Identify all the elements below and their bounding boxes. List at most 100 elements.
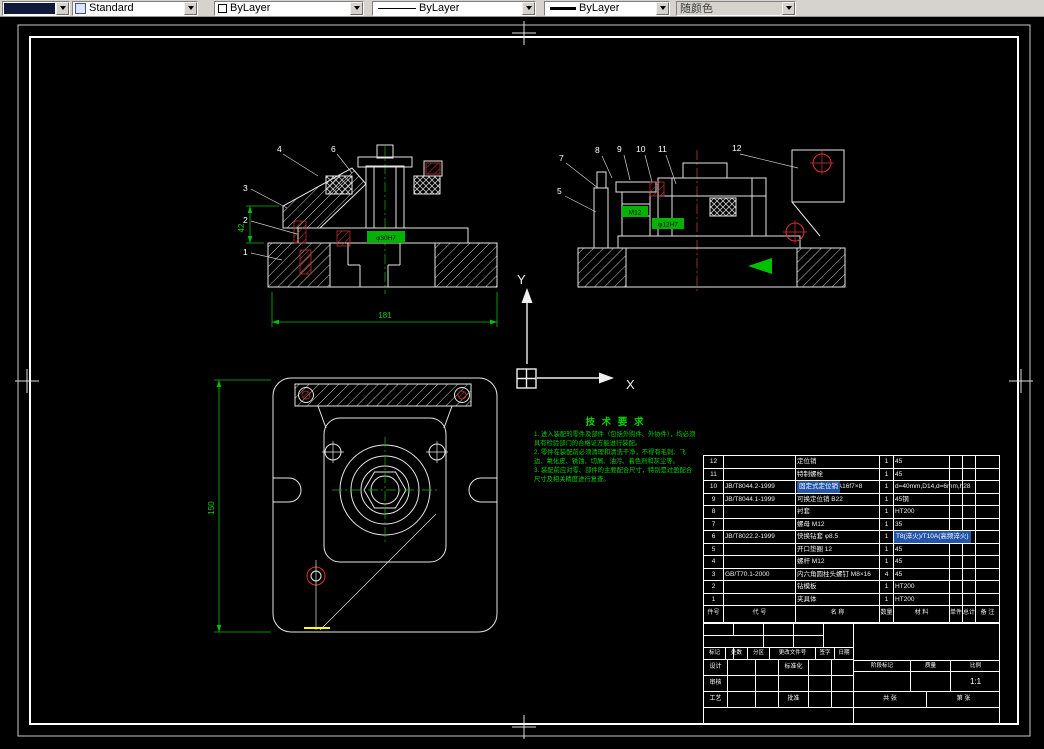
dims-plan[interactable] <box>214 379 271 633</box>
cell-qty: 1 <box>880 543 894 555</box>
cell-remark <box>976 556 999 568</box>
cell-qty: 1 <box>880 468 894 480</box>
balloon-1[interactable]: 1 <box>243 247 248 257</box>
balloon-6[interactable]: 6 <box>331 144 336 154</box>
drawing-name-cell <box>854 624 1000 661</box>
title-block-cell <box>854 672 911 691</box>
balloon-11[interactable]: 11 <box>658 144 667 154</box>
total-sheets-label: 共 张 <box>854 692 927 707</box>
dim-side-bore[interactable]: φ12H7 <box>658 222 678 229</box>
cell-remark <box>976 569 999 581</box>
revision-header-cell: 分区 <box>748 648 770 659</box>
textstyle-combo[interactable]: Standard <box>72 0 198 16</box>
dim-front-bore[interactable]: φ30H7 <box>376 235 396 242</box>
approve-label: 批准 <box>779 692 809 707</box>
dim-side-thread[interactable]: M12 <box>629 210 642 217</box>
selection-highlight: 固定式定位销 <box>797 481 840 493</box>
cell-remark <box>976 544 999 556</box>
cell-item-no: 1 <box>704 593 724 605</box>
chevron-down-icon[interactable] <box>184 1 197 15</box>
dim-front-width[interactable]: 181 <box>378 311 392 320</box>
balloon-12[interactable]: 12 <box>732 143 742 153</box>
cell-name: 衬套 <box>796 506 880 518</box>
cell-qty: 1 <box>880 506 894 518</box>
sheet-count-row: 共 张 第 张 <box>854 692 1000 708</box>
tech-requirement-item: 3. 装配前应对零、部件的主要配合尺寸，特别是过盈配合尺寸及相关精度进行复查。 <box>534 467 693 483</box>
title-block-row: 工艺 批准 <box>704 692 853 708</box>
cell-total-weight <box>963 556 976 568</box>
cell-qty: 1 <box>880 531 894 543</box>
cell-item-no: 2 <box>704 581 724 593</box>
revision-header-cell: 更改文件号 <box>770 648 816 659</box>
process-label: 工艺 <box>704 692 728 707</box>
title-block-cell <box>756 676 779 691</box>
cell-item-no: 11 <box>704 468 724 480</box>
dimstyle-combo[interactable] <box>2 0 70 16</box>
title-block[interactable]: 标记 处数 分区 更改文件号 签字 日期 设计 标准化 审核 工艺 批准 阶段标… <box>703 623 1000 724</box>
title-block-cell <box>809 676 832 691</box>
revision-header-cell: 签字 <box>816 648 835 659</box>
cell-unit-weight <box>950 593 963 605</box>
balloon-9[interactable]: 9 <box>617 144 622 154</box>
revision-header-cell: 标记 <box>704 648 726 659</box>
balloon-8[interactable]: 8 <box>595 145 600 155</box>
cell-qty: 4 <box>880 568 894 580</box>
cell-name: 内六角圆柱头螺钉 M8×16 <box>796 568 880 580</box>
lineweight-combo[interactable]: ByLayer <box>544 0 670 16</box>
balloon-3[interactable]: 3 <box>243 183 248 193</box>
header-cell: 备 注 <box>980 610 995 616</box>
cell-material: 45 <box>894 456 950 468</box>
chevron-down-icon[interactable] <box>56 1 69 15</box>
header-cell: 材 料 <box>894 606 950 622</box>
cell-material: 45 <box>894 543 950 555</box>
table-row: 7 螺母 M12 1 35 <box>704 518 999 531</box>
tech-requirements[interactable]: 技 术 要 求 1. 进入装配的零件及部件（包括外购件、外协件），均必须具有检验… <box>534 414 697 485</box>
green-arrow-marker[interactable] <box>748 258 772 274</box>
chevron-down-icon[interactable] <box>656 1 669 15</box>
balloon-7[interactable]: 7 <box>559 153 564 163</box>
tech-requirement-item: 1. 进入装配的零件及部件（包括外购件、外协件），均必须具有检验部门的合格证方能… <box>534 431 696 447</box>
table-row: 3 GB/T70.1-2000 内六角圆柱头螺钉 M8×16 4 45 <box>704 568 999 581</box>
style-icon <box>75 2 86 14</box>
view-side[interactable] <box>577 149 846 294</box>
balloon-5[interactable]: 5 <box>557 186 562 196</box>
dim-front-height[interactable]: 42 <box>237 223 246 232</box>
textstyle-value: Standard <box>89 2 134 14</box>
cell-unit-weight <box>950 518 963 530</box>
cell-name: 螺母 M12 <box>796 518 880 530</box>
title-block-cell <box>728 676 756 691</box>
title-block-cell <box>728 692 756 707</box>
table-row: 9 JB/T8044.1-1999 可换定位销 B22 1 45钢 <box>704 493 999 506</box>
balloon-4[interactable]: 4 <box>277 144 282 154</box>
dim-plan-height[interactable]: 150 <box>207 501 216 515</box>
cell-code: JB/T8044.1-1999 <box>724 493 796 505</box>
revision-header-cell: 日期 <box>838 650 850 656</box>
cell-total-weight <box>963 568 976 580</box>
chevron-down-icon[interactable] <box>350 1 363 15</box>
view-plan[interactable] <box>272 377 498 633</box>
cell-total-weight <box>963 481 976 493</box>
chevron-down-icon[interactable] <box>522 1 535 15</box>
cell-code <box>724 581 796 593</box>
cell-material: HT200 <box>894 581 950 593</box>
ucs-x-label: X <box>626 377 635 392</box>
cell-material: 45钢 <box>894 493 950 505</box>
lineweight-preview-icon <box>550 6 576 10</box>
title-block-cell <box>854 708 1000 723</box>
cell-qty: 1 <box>880 581 894 593</box>
stage-header-row: 阶段标记 质量 比例 <box>854 661 1000 672</box>
color-combo[interactable]: ByLayer <box>214 0 364 16</box>
cell-code <box>724 543 796 555</box>
balloon-leaders-side[interactable] <box>564 153 799 213</box>
balloon-10[interactable]: 10 <box>636 144 646 154</box>
table-row: 1 夹具体 1 HT200 <box>704 593 999 606</box>
cell-material: HT200 <box>894 593 950 605</box>
cell-material: 45 <box>894 556 950 568</box>
title-block-cell <box>756 660 779 675</box>
view-front[interactable] <box>267 144 498 294</box>
tech-requirements-list: 1. 进入装配的零件及部件（包括外购件、外协件），均必须具有检验部门的合格证方能… <box>534 431 697 484</box>
table-row: 10 JB/T8044.2-1999 固定式定位销 A16f7×8 1 d=40… <box>704 481 999 494</box>
balloon-2[interactable]: 2 <box>243 215 248 225</box>
linetype-combo[interactable]: ByLayer <box>372 0 536 16</box>
ucs-y-label: Y <box>517 272 526 287</box>
